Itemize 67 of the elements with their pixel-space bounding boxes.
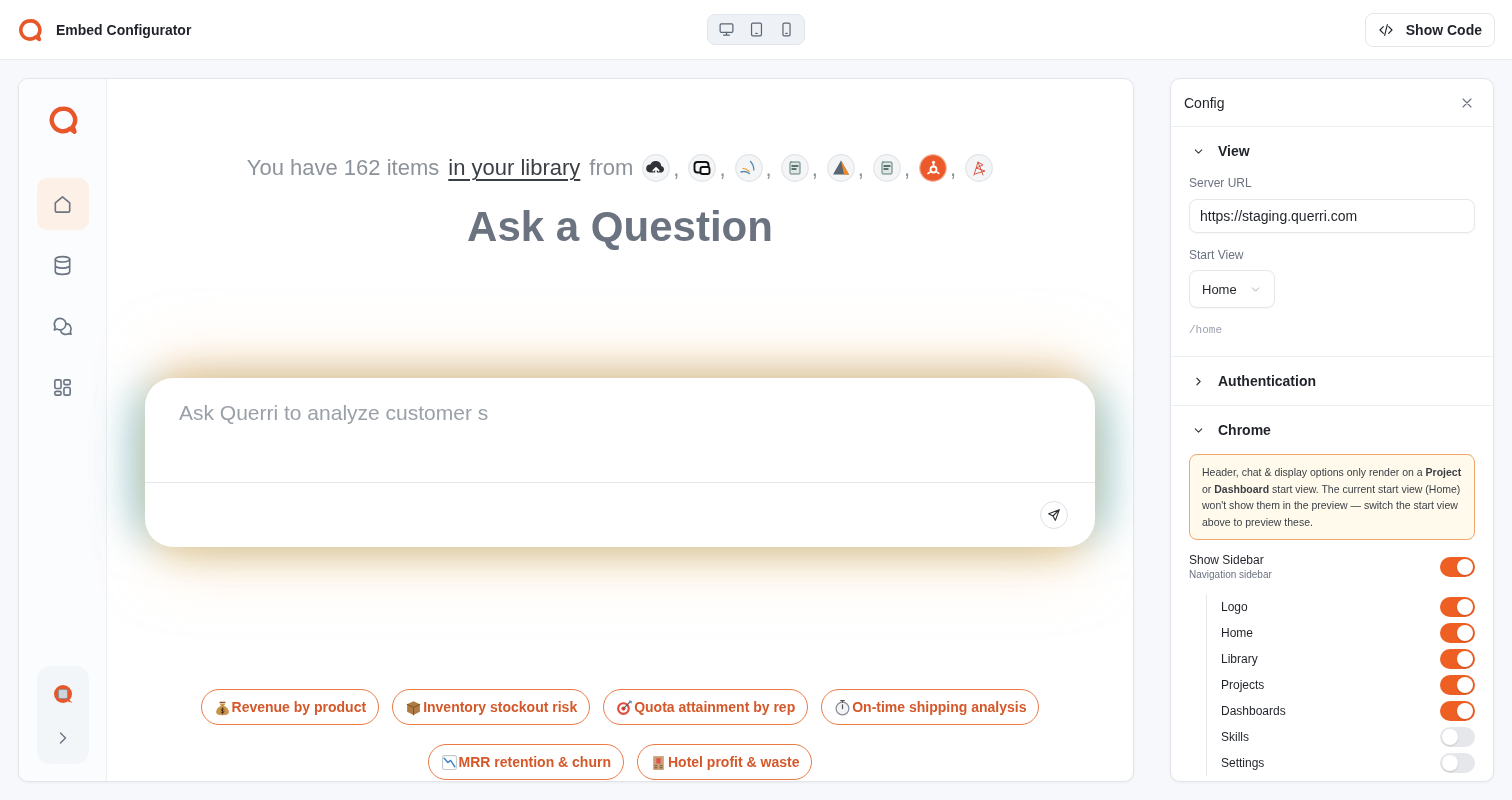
toggle-label: Settings: [1221, 755, 1265, 771]
comma-text: ,: [950, 156, 957, 182]
comma-text: ,: [857, 156, 864, 182]
section-header[interactable]: Authentication: [1189, 369, 1316, 393]
toggle-label: Logo: [1221, 599, 1248, 615]
suggestion-chip[interactable]: Hotel profit & waste: [637, 744, 813, 780]
building-icon: [650, 753, 667, 771]
comma-text: ,: [903, 156, 911, 182]
server-url-input[interactable]: https://staging.querri.com: [1189, 199, 1475, 233]
show-code-button[interactable]: Show Code: [1364, 12, 1495, 47]
notice-box: Header, chat & display options only render on a Project or Dashboard start view. The current start view (Home) won't show them in the preview — switch the start view above to preview these.: [1189, 454, 1475, 540]
comma-text: ,: [765, 156, 772, 182]
library-summary-text: You have 162 items: [246, 155, 440, 181]
logo-icon: [46, 104, 79, 136]
code-icon: [1377, 21, 1394, 38]
toggle-label: Home: [1221, 625, 1253, 641]
question-input[interactable]: Ask Querri to analyze customer s: [145, 378, 1095, 483]
stopwatch-icon: [834, 698, 852, 716]
page-heading: Ask a Question: [467, 202, 773, 252]
scribble-icon: [965, 154, 994, 182]
toggle-switch[interactable]: [1440, 701, 1475, 721]
toggle-switch[interactable]: [1440, 753, 1475, 773]
toggle-label: Library: [1221, 651, 1258, 667]
comma-text: ,: [811, 156, 818, 182]
chart-down-icon: [440, 753, 458, 771]
toggle-switch[interactable]: [1440, 597, 1475, 617]
toggle-label: Skills: [1221, 729, 1249, 745]
app-title: Embed Configurator: [56, 21, 192, 38]
package-icon: [405, 698, 423, 716]
toggle-switch[interactable]: [1440, 649, 1475, 669]
document-icon: [780, 154, 809, 182]
toggle-label: Show Sidebar: [1189, 552, 1265, 568]
toggle-switch[interactable]: [1440, 675, 1475, 695]
from-text: from: [589, 155, 634, 181]
toggle-switch[interactable]: [1440, 727, 1475, 747]
swoosh-icon: [734, 154, 763, 182]
target-icon: [616, 698, 634, 716]
suggestion-chip[interactable]: MRR retention & churn: [427, 744, 624, 780]
logo-icon: [17, 16, 43, 43]
send-button[interactable]: [1040, 501, 1068, 529]
toggle-switch[interactable]: [1440, 557, 1475, 577]
cloud-upload-icon: [642, 154, 671, 182]
path-hint: /home: [1189, 323, 1223, 337]
suggestion-chip[interactable]: On-time shipping analysis: [821, 689, 1040, 725]
panel-title: Config: [1184, 94, 1225, 111]
database-icon: [51, 253, 74, 277]
section-header[interactable]: Chrome: [1189, 418, 1271, 442]
start-view-select[interactable]: Home: [1189, 270, 1275, 308]
rounded-rectangles-icon: [688, 154, 717, 182]
comma-text: ,: [673, 156, 680, 182]
nav-item[interactable]: [36, 178, 89, 230]
monitor-icon: [717, 21, 735, 38]
section-header[interactable]: View: [1189, 139, 1250, 163]
toggle-label: Projects: [1221, 677, 1265, 693]
toggle-switch[interactable]: [1440, 623, 1475, 643]
suggestion-chip[interactable]: Inventory stockout risk: [392, 689, 591, 725]
suggestion-chip[interactable]: Quota attainment by rep: [603, 689, 809, 725]
sprocket-icon: [919, 154, 948, 182]
document-icon: [872, 154, 901, 182]
paper-plane-icon: [1046, 507, 1062, 523]
toggle-description: Navigation sidebar: [1189, 568, 1272, 582]
toggle-label: Dashboards: [1221, 703, 1286, 719]
library-link[interactable]: in your library: [448, 155, 581, 181]
field-label: Start View: [1189, 247, 1245, 263]
field-label: Server URL: [1189, 175, 1253, 191]
suggestion-chip[interactable]: Revenue by product: [200, 689, 380, 725]
comma-text: ,: [719, 156, 726, 182]
